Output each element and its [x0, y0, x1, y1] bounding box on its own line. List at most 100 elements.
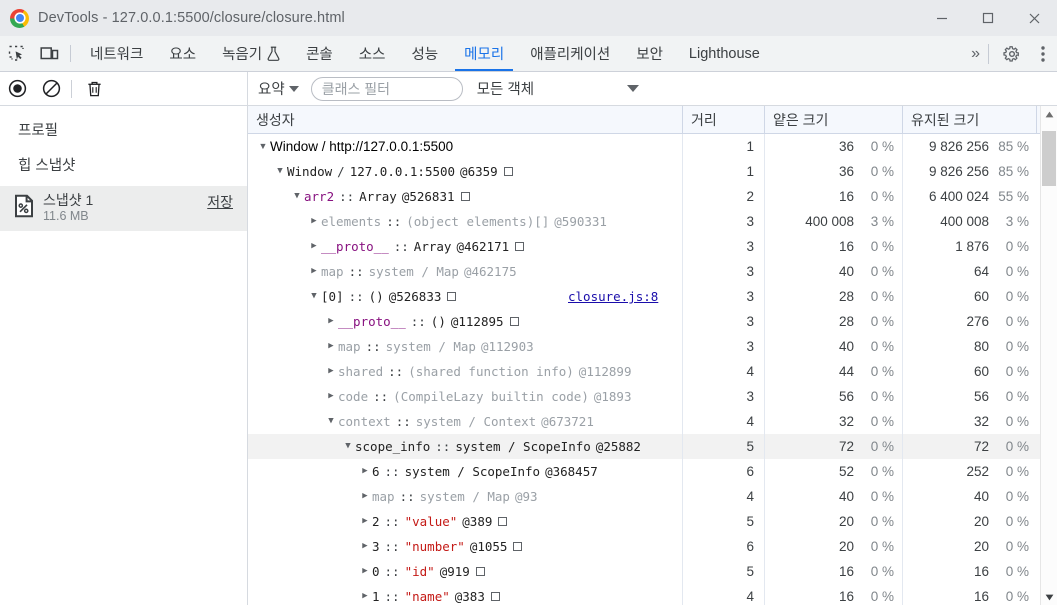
column-header-constructor[interactable]: 생성자: [248, 106, 683, 133]
class-filter-input[interactable]: [311, 77, 463, 101]
tab-요소[interactable]: 요소: [156, 36, 209, 71]
reveal-object-icon[interactable]: [447, 292, 456, 301]
table-row[interactable]: ▶__proto__::Array@4621713160 %1 8760 %: [248, 234, 1057, 259]
table-row[interactable]: ▶map::system / Map@4621753400 %640 %: [248, 259, 1057, 284]
triangle-down-icon[interactable]: ▼: [273, 167, 287, 176]
triangle-right-icon[interactable]: ▶: [358, 517, 372, 526]
triangle-right-icon[interactable]: ▶: [324, 392, 338, 401]
record-icon[interactable]: [0, 72, 34, 106]
maximize-button[interactable]: [965, 0, 1011, 36]
tab-보안[interactable]: 보안: [623, 36, 676, 71]
triangle-right-icon[interactable]: ▶: [307, 217, 321, 226]
table-row[interactable]: ▶0::"id"@9195160 %160 %: [248, 559, 1057, 584]
triangle-down-icon[interactable]: ▼: [307, 292, 321, 301]
inspect-element-icon[interactable]: [0, 36, 33, 71]
tab-애플리케이션[interactable]: 애플리케이션: [517, 36, 623, 71]
table-row[interactable]: ▶shared::(shared function info)@11289944…: [248, 359, 1057, 384]
triangle-down-icon[interactable]: ▼: [341, 442, 355, 451]
triangle-right-icon[interactable]: ▶: [324, 317, 338, 326]
table-row[interactable]: ▼Window / http://127.0.0.1:55001360 %9 8…: [248, 134, 1057, 159]
triangle-right-icon[interactable]: ▶: [324, 367, 338, 376]
table-row[interactable]: ▼context::system / Context@6737214320 %3…: [248, 409, 1057, 434]
more-tabs-button[interactable]: »: [969, 45, 984, 63]
tab-녹음기[interactable]: 녹음기: [209, 36, 293, 71]
table-row[interactable]: ▶6::system / ScopeInfo@3684576520 %2520 …: [248, 459, 1057, 484]
cell-retained-size: 400 0083 %: [903, 209, 1037, 234]
table-row[interactable]: ▼arr2::Array@5268312160 %6 400 02455 %: [248, 184, 1057, 209]
tab-메모리[interactable]: 메모리: [451, 36, 517, 71]
reveal-object-icon[interactable]: [510, 317, 519, 326]
column-header-retained-size[interactable]: 유지된 크기: [903, 106, 1037, 133]
memory-toolbar: 요약 모든 객체: [0, 72, 1057, 106]
table-row[interactable]: ▶1::"name"@3834160 %160 %: [248, 584, 1057, 605]
node-label: context::system / Context@673721: [338, 414, 594, 429]
close-button[interactable]: [1011, 0, 1057, 36]
reveal-object-icon[interactable]: [515, 242, 524, 251]
cell-constructor: ▼scope_info::system / ScopeInfo@25882: [248, 434, 683, 459]
table-row[interactable]: ▶__proto__::()@1128953280 %2760 %: [248, 309, 1057, 334]
gear-icon[interactable]: [995, 36, 1029, 72]
reveal-object-icon[interactable]: [513, 542, 522, 551]
vertical-scrollbar[interactable]: [1040, 106, 1057, 605]
cell-shallow-size: 360 %: [765, 134, 903, 159]
reveal-object-icon[interactable]: [491, 592, 500, 601]
column-header-shallow-size[interactable]: 얕은 크기: [765, 106, 903, 133]
table-row[interactable]: ▼Window/127.0.0.1:5500@63591360 %9 826 2…: [248, 159, 1057, 184]
snapshot-name: 스냅샷 1: [43, 192, 93, 210]
triangle-right-icon[interactable]: ▶: [358, 567, 372, 576]
triangle-down-icon[interactable]: ▼: [290, 192, 304, 201]
retained-size-percent: 0 %: [995, 384, 1037, 409]
tab-네트워크[interactable]: 네트워크: [77, 36, 156, 71]
minimize-button[interactable]: [919, 0, 965, 36]
reveal-object-icon[interactable]: [476, 567, 485, 576]
cell-distance: 3: [683, 284, 765, 309]
table-row[interactable]: ▶map::system / Map@1129033400 %800 %: [248, 334, 1057, 359]
triangle-right-icon[interactable]: ▶: [358, 467, 372, 476]
devtools-body: 프로필 힙 스냅샷 스냅샷 1 11.6 MB 저장 생성자 거리: [0, 106, 1057, 605]
tab-성능[interactable]: 성능: [398, 36, 451, 71]
triangle-right-icon[interactable]: ▶: [307, 242, 321, 251]
reveal-object-icon[interactable]: [504, 167, 513, 176]
table-row[interactable]: ▼scope_info::system / ScopeInfo@25882572…: [248, 434, 1057, 459]
scroll-up-arrow-icon[interactable]: [1041, 106, 1057, 123]
table-row[interactable]: ▶map::system / Map@934400 %400 %: [248, 484, 1057, 509]
snapshot-save-link[interactable]: 저장: [207, 192, 233, 212]
cell-shallow-size: 280 %: [765, 309, 903, 334]
triangle-right-icon[interactable]: ▶: [324, 342, 338, 351]
node-name: 6: [372, 464, 380, 479]
reveal-object-icon[interactable]: [461, 192, 470, 201]
sidebar-item-snapshot-1[interactable]: 스냅샷 1 11.6 MB 저장: [0, 186, 247, 231]
triangle-right-icon[interactable]: ▶: [307, 267, 321, 276]
source-link[interactable]: closure.js:8: [568, 289, 658, 304]
kebab-menu-icon[interactable]: [1029, 36, 1057, 72]
triangle-right-icon[interactable]: ▶: [358, 592, 372, 601]
table-row[interactable]: ▶elements::(object elements)[]@590331340…: [248, 209, 1057, 234]
node-value: "name": [405, 589, 450, 604]
reveal-object-icon[interactable]: [498, 517, 507, 526]
table-row[interactable]: ▶3::"number"@10556200 %200 %: [248, 534, 1057, 559]
tab-콘솔[interactable]: 콘솔: [293, 36, 346, 71]
column-header-distance[interactable]: 거리: [683, 106, 765, 133]
trash-icon[interactable]: [77, 72, 111, 106]
table-row[interactable]: ▶2::"value"@3895200 %200 %: [248, 509, 1057, 534]
scroll-down-arrow-icon[interactable]: [1041, 589, 1057, 605]
triangle-down-icon[interactable]: ▼: [324, 417, 338, 426]
triangle-down-icon[interactable]: ▼: [256, 142, 270, 151]
device-toolbar-icon[interactable]: [33, 36, 66, 71]
table-row[interactable]: ▶code::(CompileLazy builtin code)@189335…: [248, 384, 1057, 409]
triangle-right-icon[interactable]: ▶: [358, 492, 372, 501]
view-select[interactable]: 요약: [258, 78, 299, 99]
chevron-down-icon-2[interactable]: [627, 85, 639, 92]
cell-retained-size: 720 %: [903, 434, 1037, 459]
stop-clear-icon[interactable]: [34, 72, 68, 106]
scrollbar-thumb[interactable]: [1042, 131, 1056, 186]
sidebar-section-heap-snapshots[interactable]: 힙 스냅샷: [0, 140, 247, 175]
tab-소스[interactable]: 소스: [346, 36, 399, 71]
table-row[interactable]: ▼[0]::()@526833closure.js:83280 %600 %: [248, 284, 1057, 309]
triangle-right-icon[interactable]: ▶: [358, 542, 372, 551]
cell-distance: 3: [683, 234, 765, 259]
object-filter-label[interactable]: 모든 객체: [477, 78, 534, 99]
window-title: DevTools - 127.0.0.1:5500/closure/closur…: [38, 10, 345, 26]
shallow-size-percent: 0 %: [860, 584, 902, 605]
tab-Lighthouse[interactable]: Lighthouse: [676, 36, 773, 71]
